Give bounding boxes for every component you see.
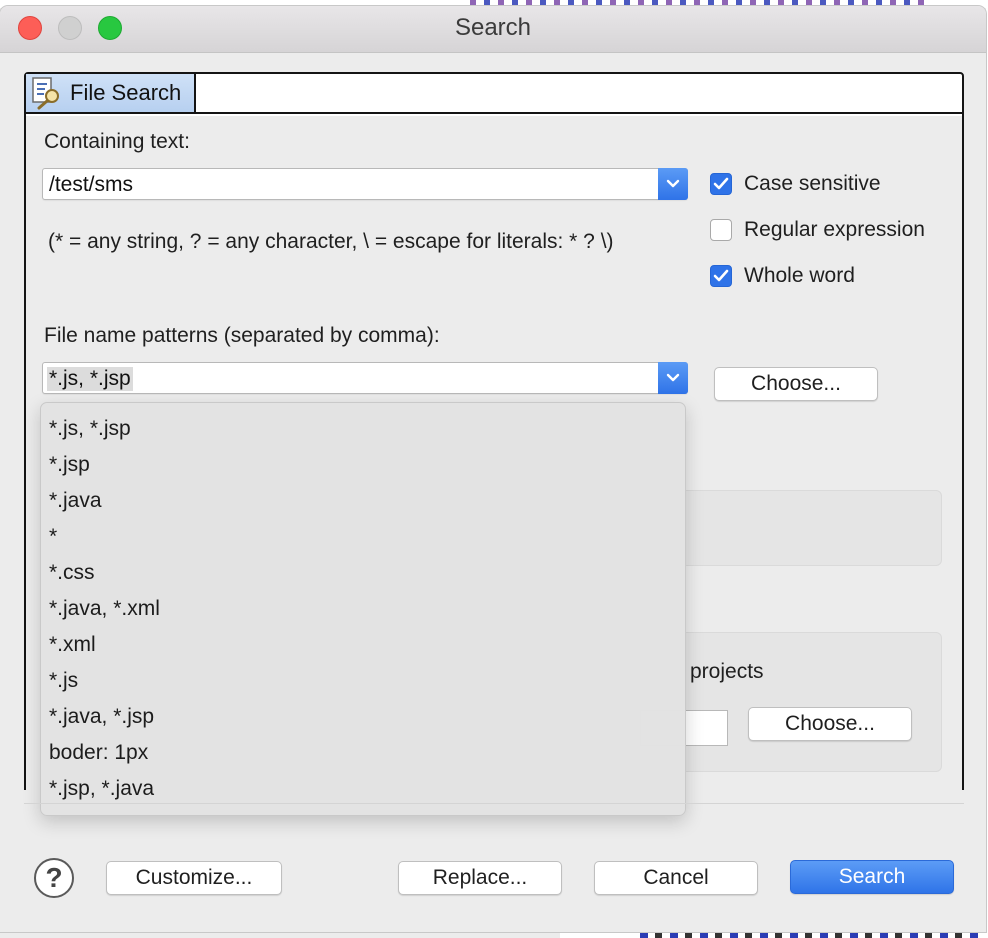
dropdown-item[interactable]: *.java — [49, 483, 102, 519]
replace-button[interactable]: Replace... — [398, 861, 562, 895]
dropdown-item[interactable]: *.js — [49, 663, 78, 699]
dropdown-item[interactable]: *.js, *.jsp — [49, 411, 131, 447]
regular-expression-option[interactable]: Regular expression — [710, 218, 925, 242]
checkmark-icon — [713, 177, 729, 190]
containing-text-combo[interactable]: /test/sms — [42, 168, 688, 200]
checkmark-icon — [713, 269, 729, 282]
dropdown-item[interactable]: * — [49, 519, 57, 555]
wildcard-hint: (* = any string, ? = any character, \ = … — [48, 230, 614, 253]
file-search-icon — [30, 76, 64, 110]
dropdown-item[interactable]: *.jsp — [49, 447, 90, 483]
whole-word-checkbox[interactable] — [710, 265, 732, 287]
whole-word-label: Whole word — [744, 264, 855, 287]
button-bar-separator — [24, 803, 964, 804]
dropdown-item[interactable]: boder: 1px — [49, 735, 148, 771]
customize-button[interactable]: Customize... — [106, 861, 282, 895]
file-patterns-dropdown-list: *.js, *.jsp *.jsp *.java * *.css *.java,… — [40, 402, 686, 816]
tab-file-search[interactable]: File Search — [26, 74, 196, 113]
regular-expression-checkbox[interactable] — [710, 219, 732, 241]
file-patterns-choose-button[interactable]: Choose... — [714, 367, 878, 401]
tab-file-search-label: File Search — [70, 80, 182, 105]
file-patterns-combo[interactable]: *.js, *.jsp — [42, 362, 688, 394]
cancel-button[interactable]: Cancel — [594, 861, 758, 895]
search-button[interactable]: Search — [790, 860, 954, 894]
dropdown-item[interactable]: *.java, *.xml — [49, 591, 160, 627]
help-button[interactable]: ? — [34, 858, 74, 898]
file-patterns-dropdown-button[interactable] — [658, 362, 688, 394]
dropdown-item[interactable]: *.jsp, *.java — [49, 771, 154, 807]
case-sensitive-label: Case sensitive — [744, 172, 881, 195]
case-sensitive-option[interactable]: Case sensitive — [710, 172, 881, 196]
whole-word-option[interactable]: Whole word — [710, 264, 855, 288]
working-set-choose-button[interactable]: Choose... — [748, 707, 912, 741]
containing-text-dropdown-button[interactable] — [658, 168, 688, 200]
window-title: Search — [454, 14, 532, 41]
chevron-down-icon — [666, 179, 680, 188]
containing-text-label: Containing text: — [44, 130, 190, 153]
file-patterns-label: File name patterns (separated by comma): — [44, 324, 440, 347]
dropdown-item[interactable]: *.css — [49, 555, 95, 591]
regular-expression-label: Regular expression — [744, 218, 925, 241]
dropdown-item[interactable]: *.xml — [49, 627, 96, 663]
dropdown-item[interactable]: *.java, *.jsp — [49, 699, 154, 735]
chevron-down-icon — [666, 373, 680, 382]
case-sensitive-checkbox[interactable] — [710, 173, 732, 195]
containing-text-value[interactable]: /test/sms — [49, 173, 133, 197]
file-patterns-value[interactable]: *.js, *.jsp — [47, 367, 133, 391]
help-icon: ? — [45, 862, 63, 893]
scope-projects-label: projects — [690, 660, 764, 683]
